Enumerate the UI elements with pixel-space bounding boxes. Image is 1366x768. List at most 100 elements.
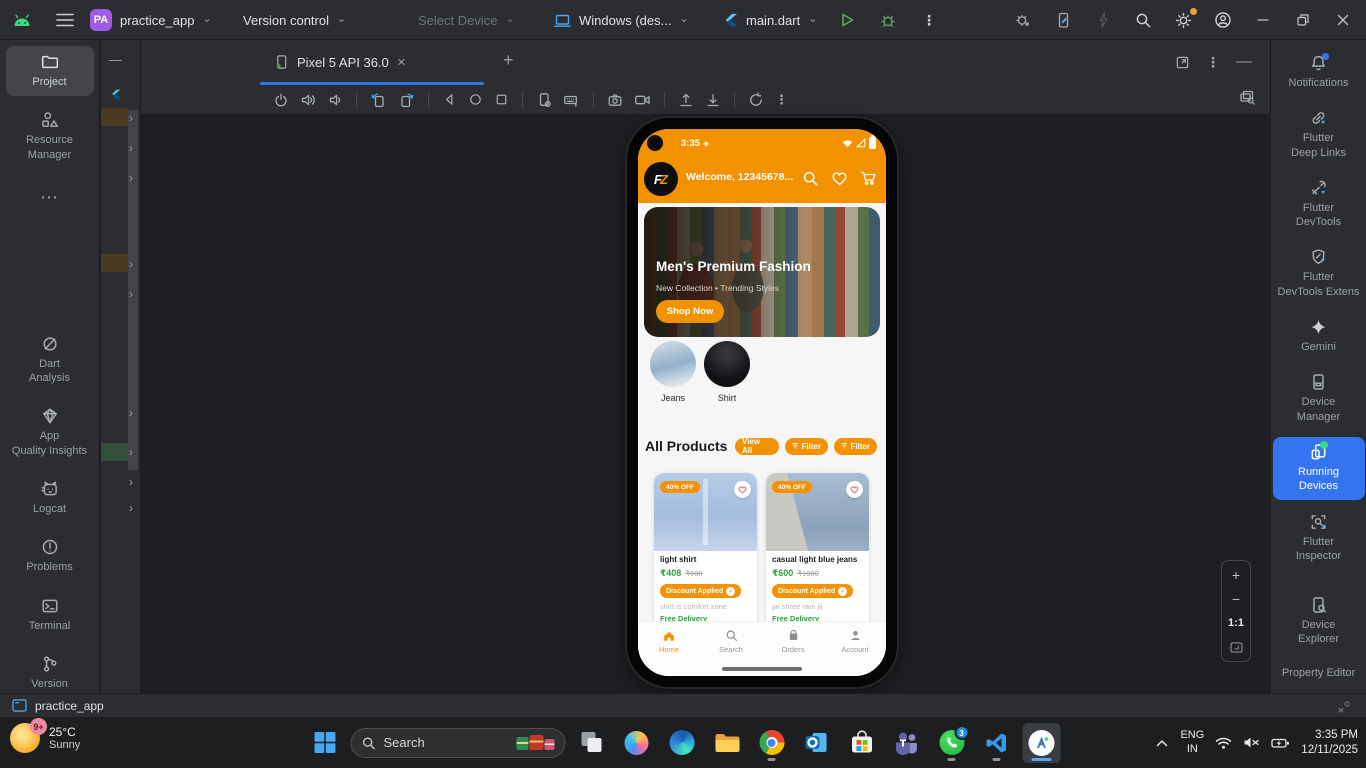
tab-pixel5[interactable]: Pixel 5 API 36.0 ✕ (262, 40, 418, 84)
power-icon[interactable] (273, 92, 289, 108)
nav-home[interactable]: Home (638, 622, 700, 676)
upload-icon[interactable] (678, 92, 694, 108)
panel-minimize-icon[interactable]: — (1236, 53, 1252, 71)
sidebar-item-app-quality-insights[interactable]: App Quality Insights (6, 400, 94, 465)
snapshot-restore-icon[interactable] (748, 92, 764, 108)
hardware-input-icon[interactable] (563, 92, 580, 108)
settings-gear-icon[interactable] (1170, 7, 1197, 33)
attach-debugger-icon[interactable] (1010, 7, 1036, 33)
chrome-button[interactable] (753, 723, 791, 763)
volume-down-icon[interactable] (327, 92, 343, 108)
sidebar-item-problems[interactable]: Problems (6, 531, 94, 581)
copilot-button[interactable] (618, 723, 656, 763)
sidebar-item-running-devices[interactable]: Running Devices (1272, 436, 1365, 500)
taskbar-clock[interactable]: 3:35 PM 12/11/2025 (1301, 728, 1358, 758)
tree-expand-icon[interactable]: › (129, 502, 133, 514)
tab-close-icon[interactable]: ✕ (397, 56, 406, 69)
run-button[interactable] (834, 7, 860, 33)
wishlist-heart-icon[interactable] (831, 170, 848, 187)
tree-row-highlight[interactable] (101, 254, 128, 272)
tray-wifi-icon[interactable] (1215, 736, 1232, 750)
favorite-heart-icon[interactable] (734, 481, 751, 498)
window-minimize-icon[interactable] (1250, 7, 1276, 33)
fit-to-window-icon[interactable] (1222, 636, 1250, 658)
overview-icon[interactable] (494, 92, 509, 107)
tree-row-highlight[interactable] (101, 443, 128, 461)
hide-panel-icon[interactable]: — (109, 52, 122, 67)
whatsapp-button[interactable]: 3 (933, 723, 971, 763)
open-in-window-icon[interactable] (1175, 55, 1190, 70)
tray-volume-muted-icon[interactable] (1243, 735, 1260, 750)
shop-now-button[interactable]: Shop Now (656, 300, 724, 323)
vscode-button[interactable] (978, 723, 1016, 763)
device-screen[interactable]: 3:35 ◈ FZ Welcome, 12345678... Men's Pre… (638, 129, 886, 676)
sidebar-item-project[interactable]: Project (5, 46, 94, 97)
vcs-widget[interactable]: Version control ⌄ (243, 0, 346, 40)
status-project-name[interactable]: practice_app (35, 699, 104, 713)
sidebar-item-notifications[interactable]: Notifications (1273, 48, 1365, 96)
window-close-icon[interactable] (1330, 7, 1356, 33)
tree-row-highlight[interactable] (101, 108, 128, 126)
volume-up-icon[interactable] (300, 92, 316, 108)
tree-expand-icon[interactable]: › (129, 258, 133, 270)
screen-record-icon[interactable] (634, 92, 651, 108)
profile-avatar-icon[interactable] (1210, 7, 1236, 33)
file-explorer-button[interactable] (708, 723, 746, 763)
tree-expand-icon[interactable]: › (129, 142, 133, 154)
rotate-right-icon[interactable] (398, 92, 415, 108)
filter-button[interactable]: Filter (834, 437, 877, 455)
android-studio-button[interactable] (1022, 722, 1061, 763)
category-shirt-image[interactable] (704, 341, 750, 387)
tray-battery-charging-icon[interactable] (1271, 736, 1290, 750)
tree-expand-icon[interactable]: › (129, 476, 133, 488)
toolbar-more-icon[interactable]: ⋮ (775, 92, 788, 108)
sidebar-item-resource-manager[interactable]: Resource Manager (6, 104, 94, 169)
language-indicator[interactable]: ENG IN (1180, 729, 1204, 755)
tray-chevron-up-icon[interactable] (1155, 737, 1169, 749)
sidebar-item-flutter-devtools-extensions[interactable]: Flutter DevTools Extens (1273, 242, 1365, 305)
hot-reload-device-icon[interactable] (1050, 7, 1076, 33)
screenshot-camera-icon[interactable] (607, 92, 623, 108)
edge-button[interactable] (663, 723, 701, 763)
promo-banner[interactable]: Men's Premium Fashion New Collection • T… (644, 207, 880, 337)
nav-account[interactable]: Account (824, 622, 886, 676)
tree-expand-icon[interactable]: › (129, 288, 133, 300)
sidebar-item-dart-analysis[interactable]: Dart Analysis (6, 328, 94, 393)
gesture-bar[interactable] (722, 667, 802, 671)
debug-button[interactable] (875, 7, 901, 33)
sidebar-item-terminal[interactable]: Terminal (6, 590, 94, 640)
device-settings-icon[interactable] (536, 92, 552, 108)
profiler-bolt-icon[interactable] (1090, 7, 1116, 33)
target-device-dropdown[interactable]: Windows (des... ⌄ (554, 0, 689, 40)
tree-expand-icon[interactable]: › (129, 112, 133, 124)
tree-expand-icon[interactable]: › (129, 446, 133, 458)
main-menu-icon[interactable] (52, 7, 78, 33)
statusbar-widget-icon[interactable] (1336, 700, 1350, 713)
sidebar-item-gemini[interactable]: Gemini (1273, 312, 1365, 360)
taskbar-search-input[interactable]: Search (350, 727, 566, 758)
cart-icon[interactable] (860, 170, 877, 187)
start-button[interactable] (306, 723, 344, 763)
tree-expand-icon[interactable]: › (129, 407, 133, 419)
sidebar-item-flutter-inspector[interactable]: Flutter Inspector (1273, 507, 1365, 570)
ms-store-button[interactable] (843, 723, 881, 763)
teams-button[interactable] (888, 723, 926, 763)
task-view-button[interactable] (573, 723, 611, 763)
zoom-out-button[interactable]: − (1222, 588, 1250, 610)
outlook-button[interactable] (798, 723, 836, 763)
sidebar-item-flutter-devtools[interactable]: Flutter DevTools (1273, 173, 1365, 236)
home-icon[interactable] (468, 92, 483, 107)
zoom-in-button[interactable]: + (1222, 564, 1250, 586)
run-config-dropdown[interactable]: main.dart ⌄ (724, 0, 817, 40)
sidebar-item-device-manager[interactable]: Device Manager (1273, 367, 1365, 430)
back-icon[interactable] (442, 92, 457, 107)
search-everywhere-icon[interactable] (1130, 7, 1156, 33)
sidebar-item-device-explorer[interactable]: Device Explorer (1273, 590, 1365, 653)
rotate-left-icon[interactable] (370, 92, 387, 108)
search-icon[interactable] (802, 170, 819, 187)
new-tab-icon[interactable]: + (503, 50, 514, 71)
favorite-heart-icon[interactable] (846, 481, 863, 498)
zoom-level-label[interactable]: 1:1 (1222, 612, 1250, 634)
display-mode-icon[interactable] (1239, 89, 1256, 106)
download-icon[interactable] (705, 92, 721, 108)
